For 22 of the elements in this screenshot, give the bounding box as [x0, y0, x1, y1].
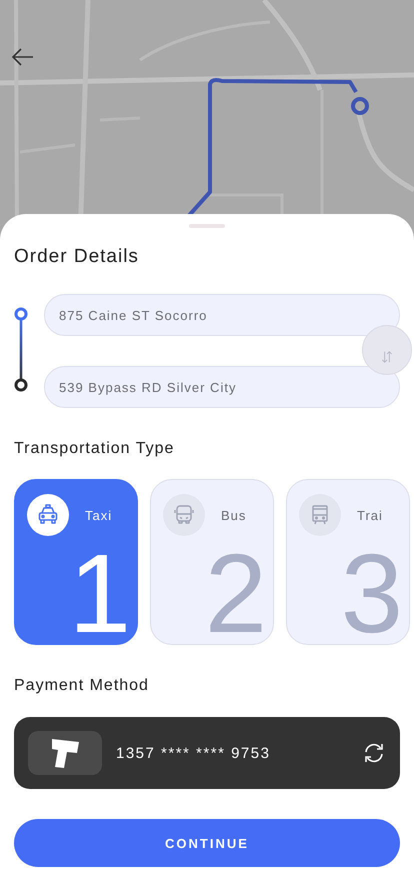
taxi-icon — [27, 494, 69, 536]
section-title: Transportation Type — [14, 440, 176, 458]
train-icon — [299, 494, 341, 536]
option-label: Trai — [357, 508, 383, 523]
option-number: 2 — [204, 544, 267, 644]
destination-field[interactable]: 539 Bypass RD Silver City — [44, 366, 400, 408]
option-number: 3 — [340, 544, 403, 644]
refresh-icon[interactable] — [362, 741, 386, 765]
option-number: 1 — [68, 544, 131, 644]
pickup-field[interactable]: 875 Caine ST Socorro — [44, 294, 400, 336]
bus-icon — [163, 494, 205, 536]
card-number: 1357 **** **** 9753 — [116, 744, 272, 762]
option-label: Taxi — [85, 508, 112, 523]
sheet-title: Order Details — [14, 246, 140, 268]
transport-option-card[interactable]: Trai 3 — [286, 479, 410, 645]
continue-button[interactable]: CONTINUE — [14, 819, 400, 867]
option-label: Bus — [221, 508, 246, 523]
section-title: Payment Method — [14, 677, 150, 695]
transport-option-card[interactable]: Taxi 1 — [14, 479, 138, 645]
transport-option-card[interactable]: Bus 2 — [150, 479, 274, 645]
payment-card[interactable]: 1357 **** **** 9753 — [14, 717, 400, 789]
card-logo-icon — [28, 731, 102, 775]
